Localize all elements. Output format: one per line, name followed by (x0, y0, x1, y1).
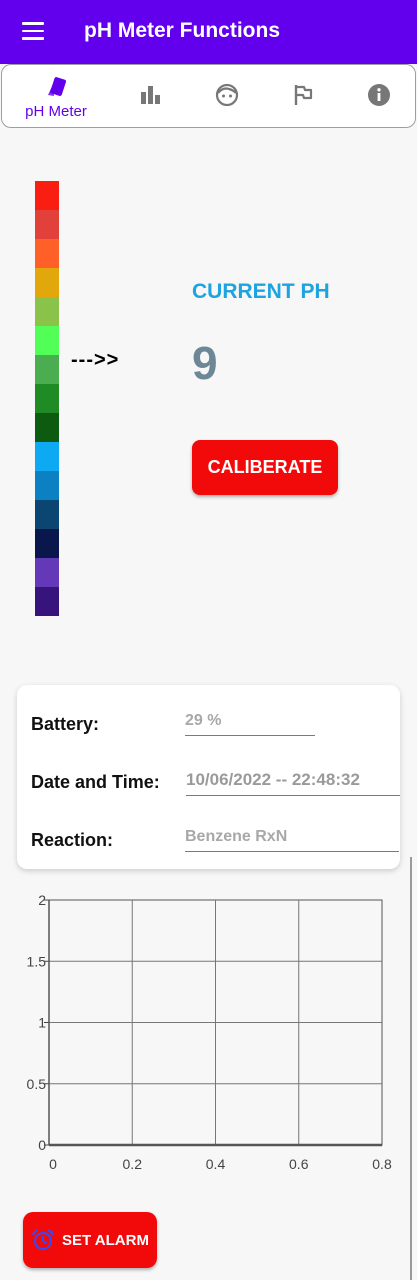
ph-scale-segment (35, 471, 59, 500)
chart-x-tick-label: 0 (49, 1156, 57, 1172)
ph-scale-segment (35, 587, 59, 616)
face-icon (215, 83, 239, 107)
tab-flag[interactable] (263, 65, 343, 127)
battery-label: Battery: (31, 714, 100, 734)
chart-y-tick-label: 2 (38, 892, 46, 908)
ph-scale-segment (35, 297, 59, 326)
chart-y-tick-label: 1.5 (27, 953, 47, 969)
ph-scale-segment (35, 210, 59, 239)
tab-ph-meter[interactable]: pH Meter (16, 65, 96, 127)
current-ph-value: 9 (192, 337, 218, 389)
chart-x-tick-label: 0.8 (372, 1156, 392, 1172)
ph-scale-segment (35, 413, 59, 442)
tab-info[interactable] (339, 65, 417, 127)
app-bar: pH Meter Functions (0, 0, 417, 64)
ph-scale-segment (35, 268, 59, 297)
chart-x-tick-label: 0.6 (289, 1156, 309, 1172)
tab-face[interactable] (187, 65, 267, 127)
hamburger-menu-icon[interactable] (22, 22, 44, 40)
ph-scale-segment (35, 181, 59, 210)
top-navigation-bar: pH Meter (1, 64, 416, 128)
chart-x-tick-label: 0.4 (206, 1156, 226, 1172)
ph-scale-segment (35, 355, 59, 384)
set-alarm-label: SET ALARM (62, 1232, 149, 1249)
app-title: pH Meter Functions (84, 19, 281, 42)
ph-scale-segment (35, 384, 59, 413)
ph-scale-segment (35, 558, 59, 587)
ph-scale-segment (35, 500, 59, 529)
tab-charts[interactable] (111, 65, 191, 127)
datetime-label: Date and Time: (31, 772, 160, 792)
reaction-label: Reaction: (31, 830, 114, 850)
battery-value: 29 % (185, 712, 315, 736)
ph-color-scale (35, 181, 59, 616)
ph-scale-segment (35, 326, 59, 355)
calibrate-button[interactable]: CALIBERATE (192, 440, 338, 495)
chart-y-tick-label: 0.5 (27, 1076, 47, 1092)
info-card: Battery: 29 % Date and Time: 10/06/2022 … (17, 685, 400, 869)
set-alarm-button[interactable]: SET ALARM (23, 1212, 157, 1268)
ph-line-chart: 0 0.2 0.4 0.6 0.8 0 0.5 1 1.5 2 (27, 892, 392, 1172)
reaction-value: Benzene RxN (185, 828, 399, 852)
flag-icon (294, 85, 313, 105)
ph-tile-icon (48, 77, 66, 96)
chart-y-tick-label: 1 (38, 1015, 46, 1031)
ph-scale-segment (35, 442, 59, 471)
bar-chart-icon (141, 86, 160, 104)
datetime-value: 10/06/2022 -- 22:48:32 (186, 770, 400, 796)
scrollbar[interactable] (410, 857, 412, 1280)
ph-scale-segment (35, 239, 59, 268)
ph-scale-segment (35, 529, 59, 558)
tab-ph-meter-label: pH Meter (25, 103, 87, 120)
chart-y-tick-label: 0 (38, 1137, 46, 1153)
alarm-clock-icon (32, 1229, 54, 1250)
chart-x-tick-label: 0.2 (123, 1156, 143, 1172)
ph-indicator-arrow: --->> (71, 349, 120, 371)
info-icon (368, 84, 390, 106)
current-ph-label: CURRENT PH (192, 280, 330, 303)
